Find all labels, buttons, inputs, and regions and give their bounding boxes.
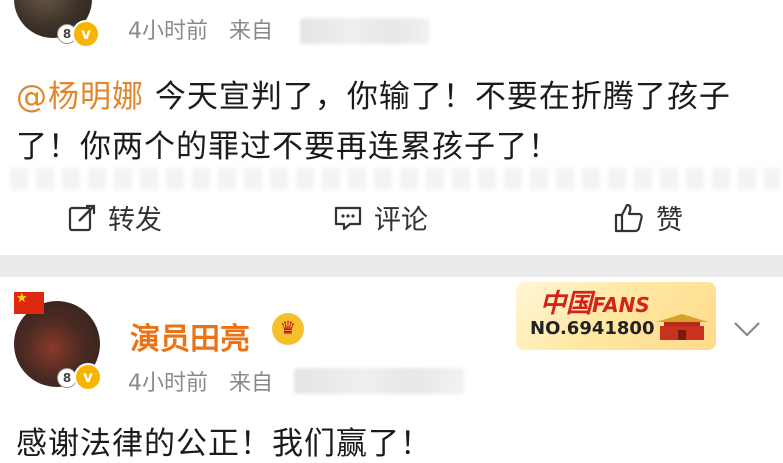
blurred-source	[300, 18, 430, 44]
repost-icon	[68, 204, 96, 231]
like-icon	[614, 203, 643, 232]
like-button[interactable]: 赞	[612, 198, 683, 237]
post1-text-line2: 了！你两个的罪过不要再连累孩子了！	[16, 129, 560, 165]
mention-link[interactable]: @杨明娜	[16, 79, 144, 115]
post1-text-line1: 今天宣判了，你输了！不要在折腾了孩子	[144, 79, 731, 115]
v-verified-icon: v	[74, 363, 102, 391]
gate-icon	[656, 314, 708, 340]
chevron-down-icon[interactable]	[732, 320, 762, 338]
post2-meta: 4小时前 来自	[128, 365, 273, 397]
comment-label: 评论	[374, 205, 428, 236]
repost-button[interactable]: 转发	[66, 198, 162, 237]
like-label: 赞	[656, 205, 683, 236]
post1-time: 4小时前	[128, 19, 208, 44]
crown-icon: ♛	[272, 313, 304, 345]
post-divider	[0, 255, 783, 277]
post1-content: @杨明娜 今天宣判了，你输了！不要在折腾了孩子 了！你两个的罪过不要再连累孩子了…	[16, 72, 776, 172]
post2-time: 4小时前	[128, 371, 208, 396]
comment-icon	[334, 206, 362, 230]
flag-icon: ★	[14, 292, 44, 314]
fans-number: NO.6941800	[530, 318, 655, 339]
post2-username[interactable]: 演员田亮	[130, 314, 250, 358]
blurred-source	[294, 368, 464, 394]
post2-source-label: 来自	[228, 371, 273, 396]
post1-meta: 4小时前 来自	[128, 13, 273, 45]
fans-title-cn: 中国	[540, 289, 593, 319]
comment-button[interactable]: 评论	[332, 198, 428, 237]
fans-title-en: FANS	[592, 293, 650, 317]
repost-label: 转发	[108, 205, 162, 236]
post2-content: 感谢法律的公正！我们赢了！	[16, 426, 432, 462]
post1-source-label: 来自	[228, 19, 273, 44]
fans-badge-title: 中国FANS	[540, 283, 650, 320]
v-verified-icon: v	[72, 20, 100, 48]
blurred-text-row	[10, 168, 780, 190]
